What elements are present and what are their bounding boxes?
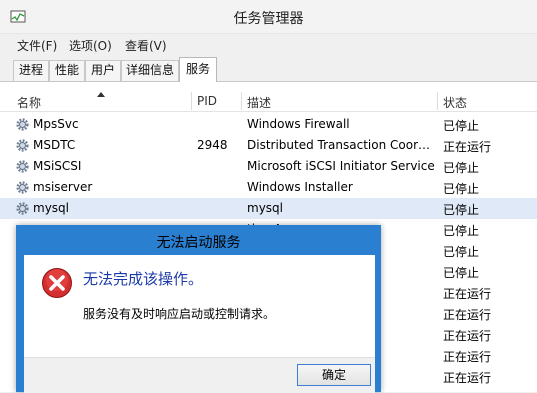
service-gear-icon (15, 117, 30, 132)
tab-processes[interactable]: 进程 (13, 60, 49, 81)
table-row[interactable]: MSiSCSI Microsoft iSCSI Initiator Service… (0, 156, 537, 177)
service-gear-icon (15, 180, 30, 195)
cell-pid: 2948 (197, 138, 228, 152)
tab-details[interactable]: 详细信息 (121, 60, 179, 81)
sort-ascending-icon (97, 92, 105, 97)
dialog-main-instruction: 无法完成该操作。 (83, 270, 204, 288)
table-row[interactable]: MSDTC 2948 Distributed Transaction Coor… 正在… (0, 135, 537, 156)
cell-description: Windows Firewall (247, 117, 350, 131)
window-title: 任务管理器 (233, 11, 304, 27)
menu-view[interactable]: 查看(V) (125, 37, 167, 54)
column-status[interactable]: 状态 (443, 94, 467, 111)
column-divider[interactable] (241, 92, 242, 110)
cell-status: 正在运行 (443, 140, 492, 154)
cell-service-name: msiserver (33, 180, 93, 194)
tab-services[interactable]: 服务 (179, 57, 217, 82)
cell-description: mysql (247, 201, 283, 215)
cell-status: 正在运行 (443, 287, 492, 301)
cell-service-name: MSDTC (33, 138, 76, 152)
table-row[interactable]: MpsSvc Windows Firewall 已停止 (0, 114, 537, 135)
tab-performance[interactable]: 性能 (49, 60, 85, 81)
dialog-body: 无法完成该操作。 服务没有及时响应启动或控制请求。 (24, 255, 375, 357)
cell-service-name: MpsSvc (33, 117, 79, 131)
cell-status: 已停止 (443, 203, 480, 217)
cell-status: 已停止 (443, 266, 480, 280)
cell-status: 已停止 (443, 245, 480, 259)
tab-users[interactable]: 用户 (85, 60, 121, 81)
cell-status: 已停止 (443, 119, 480, 133)
cell-service-name: MSiSCSI (33, 159, 82, 173)
menu-file[interactable]: 文件(F) (17, 37, 57, 54)
cell-status: 正在运行 (443, 371, 492, 385)
dialog-message: 服务没有及时响应启动或控制请求。 (83, 307, 276, 321)
column-pid[interactable]: PID (197, 94, 217, 108)
column-divider[interactable] (437, 92, 438, 110)
ok-button[interactable]: 确定 (297, 364, 371, 386)
title-bar: 任务管理器 (0, 0, 537, 34)
table-row[interactable]: mysql mysql 已停止 (0, 198, 537, 219)
column-description[interactable]: 描述 (247, 94, 271, 111)
cell-service-name: mysql (33, 201, 69, 215)
error-dialog: 无法启动服务 无法完成该操作。 服务没有及时响应启动或控制请求。 确定 (16, 225, 381, 393)
dialog-title: 无法启动服务 (156, 235, 241, 251)
cell-status: 正在运行 (443, 329, 492, 343)
cell-status: 已停止 (443, 182, 480, 196)
dialog-footer: 确定 (24, 357, 375, 393)
column-header-row: 名称 PID 描述 状态 (0, 90, 537, 112)
tab-strip: 进程 性能 用户 详细信息 服务 (0, 56, 537, 82)
cell-description: Microsoft iSCSI Initiator Service (247, 159, 435, 173)
menu-bar: 文件(F) 选项(O) 查看(V) (0, 34, 537, 56)
cell-status: 已停止 (443, 161, 480, 175)
column-divider[interactable] (191, 92, 192, 110)
cell-status: 已停止 (443, 224, 480, 238)
service-gear-icon (15, 159, 30, 174)
table-row[interactable]: msiserver Windows Installer 已停止 (0, 177, 537, 198)
cell-status: 正在运行 (443, 350, 492, 364)
cell-description: Distributed Transaction Coor… (247, 138, 430, 152)
error-icon (42, 268, 72, 298)
service-gear-icon (15, 201, 30, 216)
column-name[interactable]: 名称 (17, 94, 41, 111)
cell-description: Windows Installer (247, 180, 353, 194)
task-manager-window: 任务管理器 文件(F) 选项(O) 查看(V) 进程 性能 用户 详细信息 服务… (0, 0, 537, 393)
service-gear-icon (15, 138, 30, 153)
cell-status: 正在运行 (443, 308, 492, 322)
menu-options[interactable]: 选项(O) (69, 37, 112, 54)
